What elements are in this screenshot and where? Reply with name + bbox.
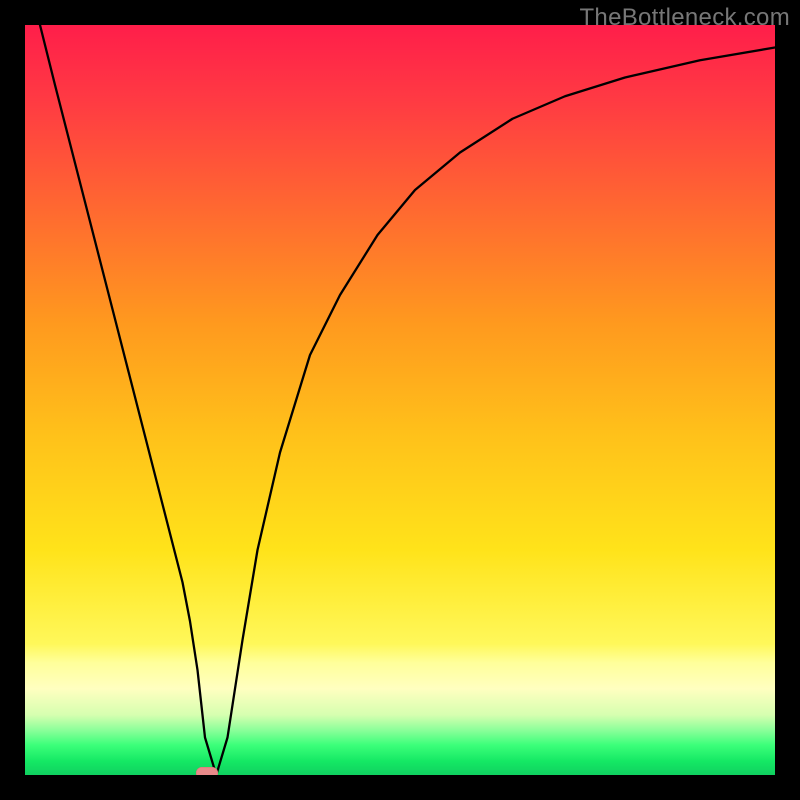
curve-svg — [25, 25, 775, 775]
chart-container: TheBottleneck.com — [0, 0, 800, 800]
minimum-marker — [196, 767, 218, 775]
plot-area — [25, 25, 775, 775]
bottleneck-curve — [40, 25, 775, 775]
